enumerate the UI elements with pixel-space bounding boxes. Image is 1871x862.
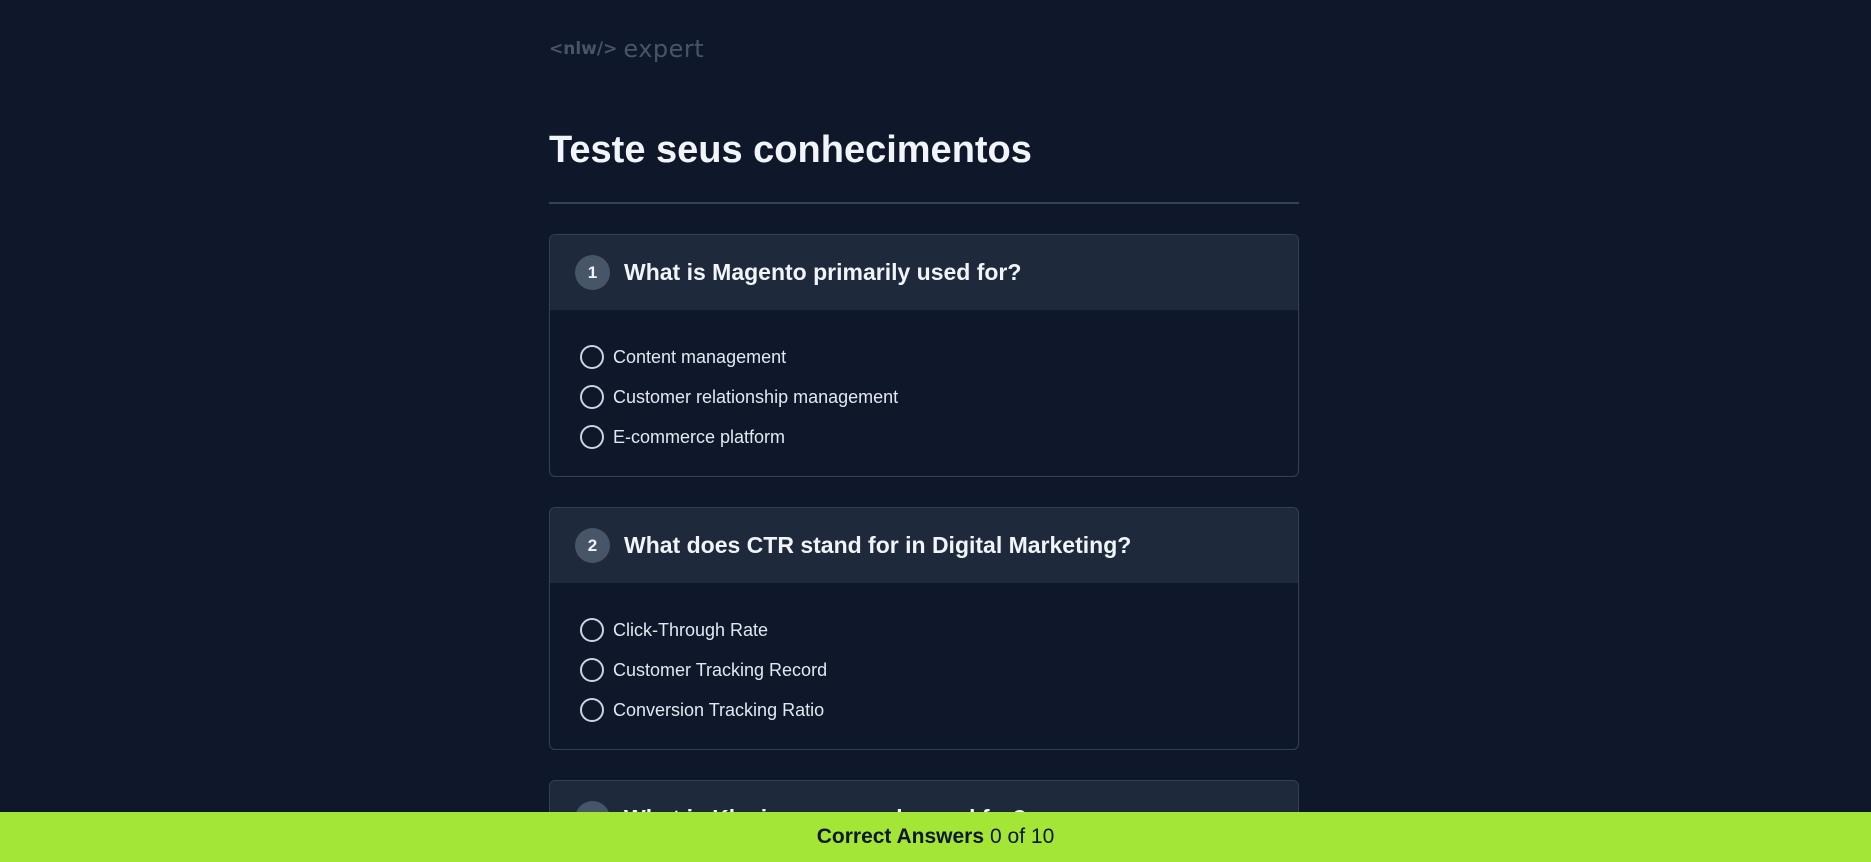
question-number-badge: 2: [575, 528, 610, 563]
question-title: What does CTR stand for in Digital Marke…: [624, 532, 1132, 558]
score-footer: Correct Answers 0 of 10: [0, 812, 1871, 862]
answer-label[interactable]: E-commerce platform: [613, 427, 785, 448]
radio-button[interactable]: [580, 385, 604, 409]
question-card-1: 1 What is Magento primarily used for? Co…: [549, 234, 1299, 477]
answer-option[interactable]: Customer Tracking Record: [580, 650, 1298, 690]
radio-button[interactable]: [580, 345, 604, 369]
answer-option[interactable]: Click-Through Rate: [580, 610, 1298, 650]
answer-option[interactable]: Conversion Tracking Ratio: [580, 690, 1298, 730]
page-title: Teste seus conhecimentos: [549, 129, 1032, 171]
radio-button[interactable]: [580, 425, 604, 449]
question-options: Content management Customer relationship…: [550, 310, 1298, 476]
question-header: 2 What does CTR stand for in Digital Mar…: [550, 508, 1298, 583]
quiz-page: <nlw/> expert Teste seus conhecimentos 1…: [0, 0, 1871, 862]
logo-tag: <nlw/>: [549, 39, 618, 59]
radio-button[interactable]: [580, 658, 604, 682]
answer-option[interactable]: E-commerce platform: [580, 417, 1298, 457]
answer-label[interactable]: Content management: [613, 347, 786, 368]
question-number-badge: 1: [575, 255, 610, 290]
score-value: 0 of 10: [990, 825, 1055, 848]
answer-label[interactable]: Customer relationship management: [613, 387, 898, 408]
question-options: Click-Through Rate Customer Tracking Rec…: [550, 583, 1298, 749]
question-title: What is Magento primarily used for?: [624, 259, 1022, 285]
answer-option[interactable]: Customer relationship management: [580, 377, 1298, 417]
logo-word: expert: [623, 35, 705, 63]
question-header: 1 What is Magento primarily used for?: [550, 235, 1298, 310]
score-label: Correct Answers: [816, 825, 985, 848]
radio-button[interactable]: [580, 698, 604, 722]
answer-label[interactable]: Conversion Tracking Ratio: [613, 700, 824, 721]
title-divider: [549, 202, 1299, 204]
radio-button[interactable]: [580, 618, 604, 642]
answer-option[interactable]: Content management: [580, 337, 1298, 377]
answer-label[interactable]: Customer Tracking Record: [613, 660, 827, 681]
question-card-2: 2 What does CTR stand for in Digital Mar…: [549, 507, 1299, 750]
main-content: <nlw/> expert Teste seus conhecimentos 1…: [549, 32, 1299, 857]
nlw-expert-logo: <nlw/> expert: [549, 32, 1299, 66]
answer-label[interactable]: Click-Through Rate: [613, 620, 768, 641]
